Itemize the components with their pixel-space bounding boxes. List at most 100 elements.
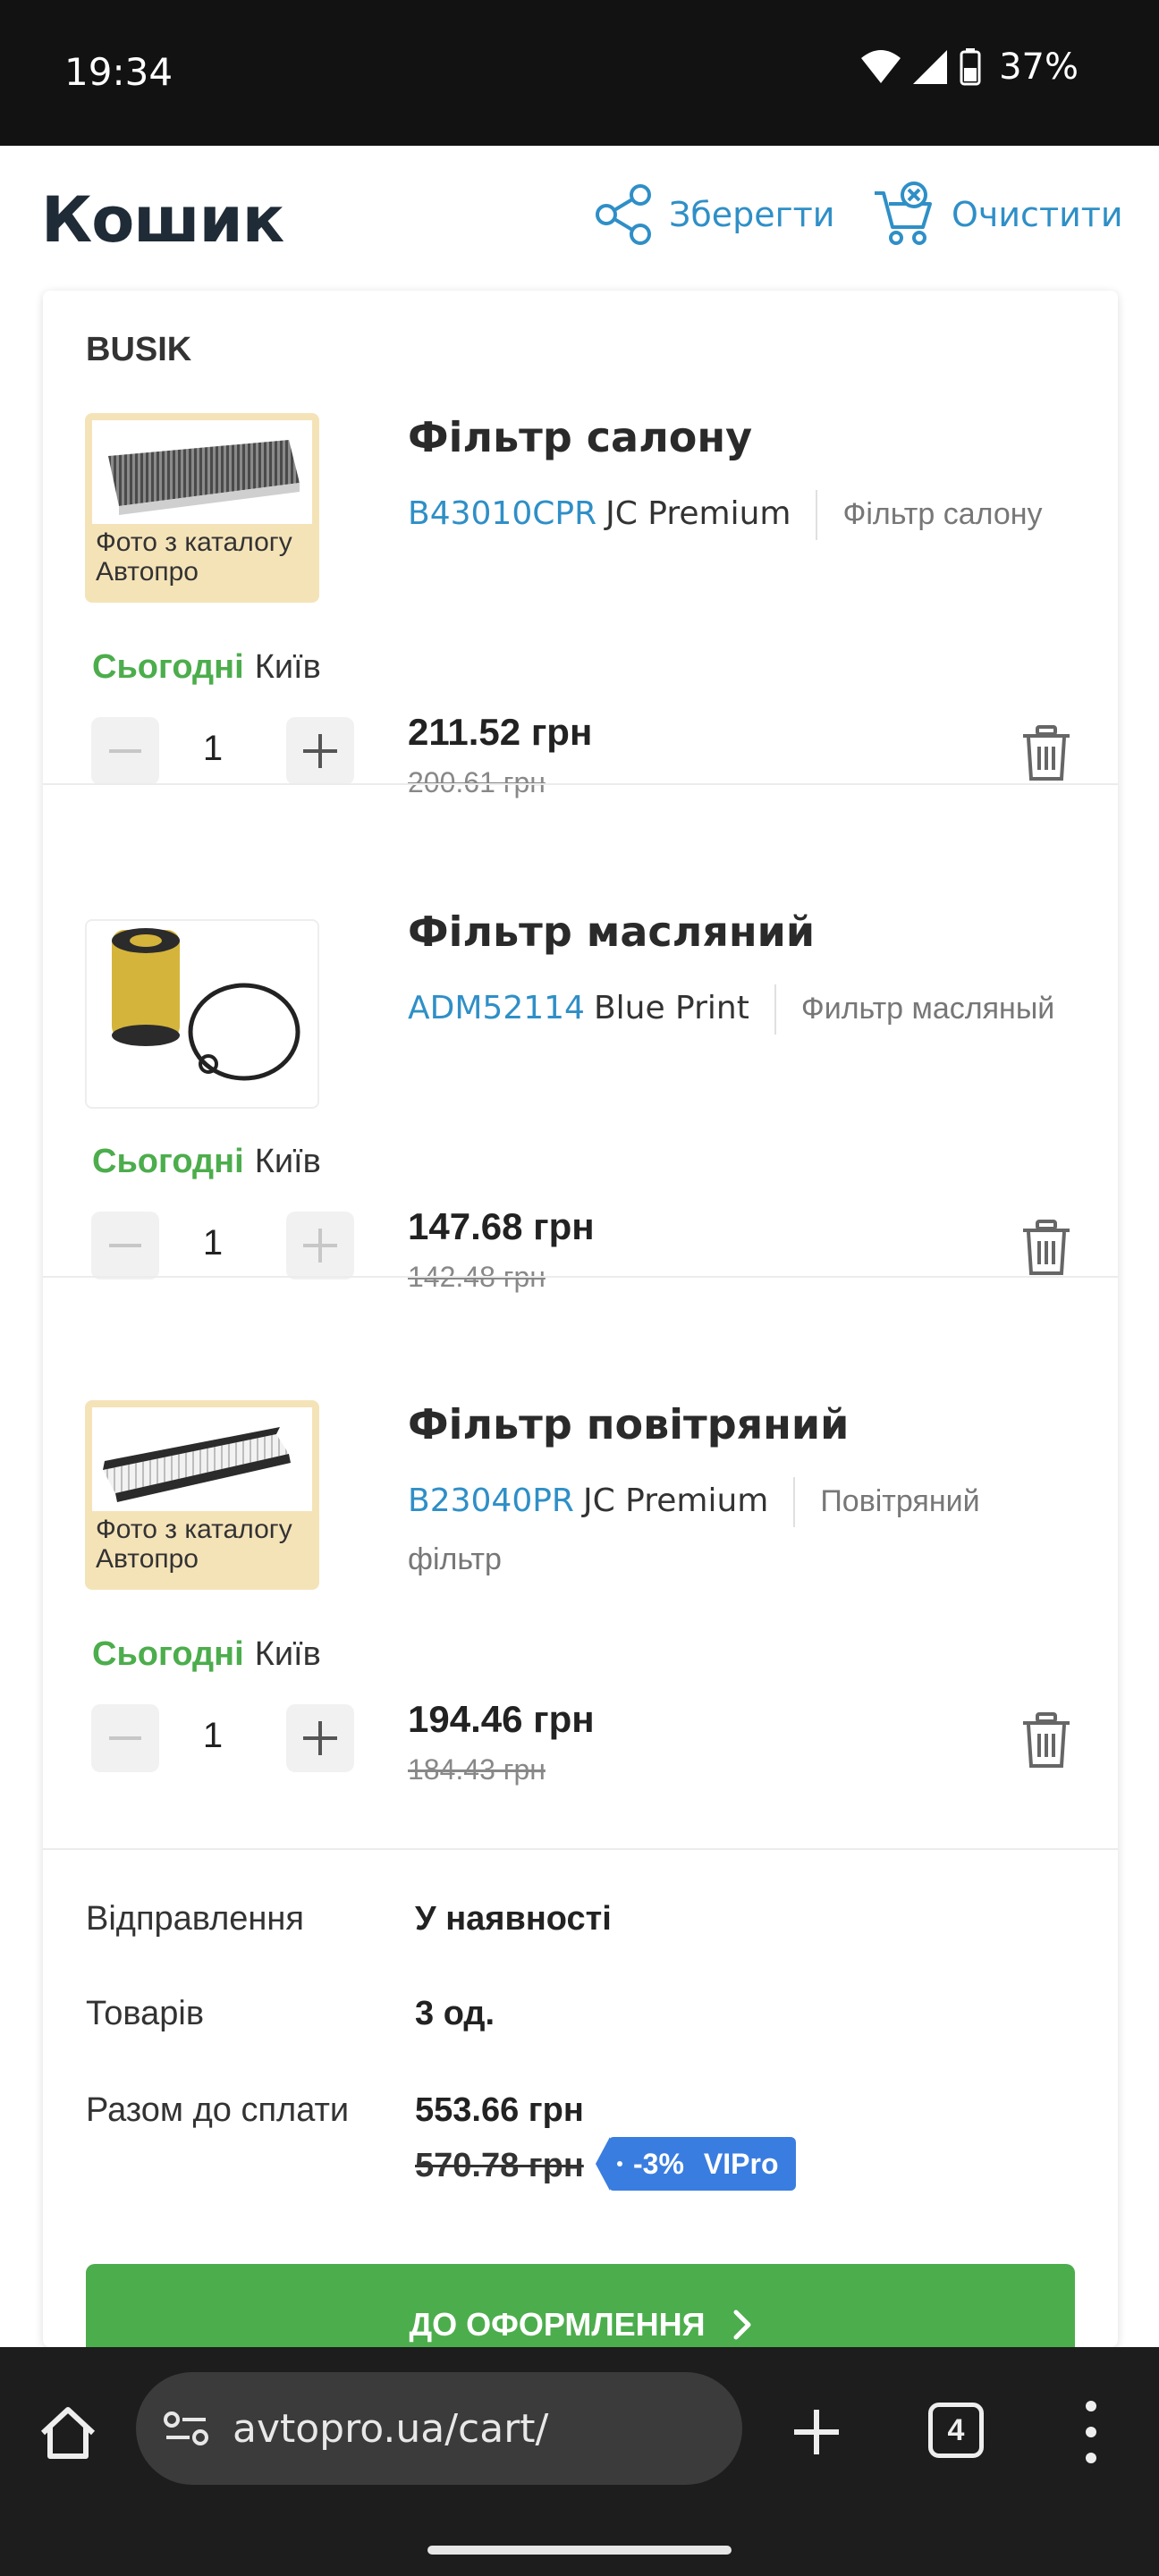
product-code[interactable]: B43010CPR <box>408 495 596 532</box>
browser-toolbar: avtopro.ua/cart/ 4 <box>0 2347 1159 2576</box>
cart-item: Фото з каталогу Автопро Фільтр повітряни… <box>43 1276 1118 1786</box>
plus-icon <box>303 1721 337 1755</box>
increase-quantity-button[interactable] <box>286 1704 354 1772</box>
trash-icon[interactable] <box>1019 1220 1073 1277</box>
photo-caption: Фото з каталогу Автопро <box>96 528 292 587</box>
menu-dot <box>1086 2401 1096 2411</box>
decrease-quantity-button[interactable] <box>91 717 159 785</box>
trash-icon[interactable] <box>1019 1712 1073 1769</box>
decrease-quantity-button[interactable] <box>91 1212 159 1280</box>
new-tab-icon[interactable] <box>785 2401 848 2463</box>
menu-dot <box>1086 2453 1096 2463</box>
page-title: Кошик <box>41 183 284 257</box>
address-bar[interactable]: avtopro.ua/cart/ <box>136 2372 742 2485</box>
divider <box>774 984 776 1035</box>
availability-status: Сьогодні <box>92 648 244 686</box>
oil-filter-image <box>112 928 300 1081</box>
discount-badge: -3% VIPro <box>595 2137 797 2191</box>
quantity-value[interactable]: 1 <box>186 729 240 769</box>
site-settings-icon[interactable] <box>163 2411 209 2446</box>
shipping-value: У наявності <box>415 1900 612 1938</box>
availability-city: Київ <box>254 648 321 686</box>
save-cart-button[interactable]: Зберегти <box>592 183 834 246</box>
summary-divider <box>43 1848 1118 1850</box>
chevron-right-icon <box>733 2310 751 2340</box>
tab-switcher-button[interactable]: 4 <box>928 2403 984 2458</box>
quantity-value[interactable]: 1 <box>186 1223 240 1263</box>
plus-icon <box>303 1229 337 1263</box>
items-count-label: Товарів <box>86 1995 205 2032</box>
product-brand: JC Premium <box>605 495 791 532</box>
product-thumbnail[interactable]: Фото з каталогу Автопро <box>85 413 319 603</box>
product-meta: B23040PR JC Premium Повітряний фільтр <box>408 1472 1070 1588</box>
plus-icon <box>303 734 337 768</box>
battery-percent: 37% <box>999 46 1079 88</box>
total-value: 553.66 грн <box>415 2091 584 2129</box>
more-menu-icon[interactable] <box>1073 2401 1109 2463</box>
product-thumbnail[interactable]: Фото з каталогу Автопро <box>85 1400 319 1590</box>
clear-cart-button[interactable]: Очистити <box>871 182 1123 246</box>
home-icon[interactable] <box>36 2401 100 2465</box>
discount-percent: -3% <box>633 2147 684 2180</box>
signal-icon <box>913 50 948 84</box>
decrease-quantity-button[interactable] <box>91 1704 159 1772</box>
save-label: Зберегти <box>669 195 835 234</box>
item-price: 211.52 грн <box>408 711 593 753</box>
minus-icon <box>109 749 141 753</box>
trash-icon[interactable] <box>1019 725 1073 782</box>
photo-caption: Фото з каталогу Автопро <box>96 1515 292 1574</box>
cart-item: Фото з каталогу Автопро Фільтр салону B4… <box>43 291 1118 798</box>
url-text: avtopro.ua/cart/ <box>233 2405 549 2452</box>
shipping-label: Відправлення <box>86 1900 304 1938</box>
divider <box>816 490 818 541</box>
items-count-value: 3 од. <box>415 1995 495 2032</box>
item-price: 194.46 грн <box>408 1698 595 1740</box>
product-brand: JC Premium <box>582 1482 769 1519</box>
product-name[interactable]: Фільтр масляний <box>408 908 815 956</box>
product-description: Фільтр салону <box>842 497 1043 531</box>
badge-dot <box>617 2161 622 2166</box>
checkout-label: ДО ОФОРМЛЕННЯ <box>409 2306 706 2343</box>
program-name: VIPro <box>703 2147 779 2180</box>
wifi-icon <box>861 50 901 83</box>
availability-city: Київ <box>254 1143 321 1180</box>
minus-icon <box>109 1244 141 1247</box>
share-icon <box>596 184 651 245</box>
product-meta: ADM52114 Blue Print Фильтр масляный <box>408 979 1070 1037</box>
cabin-filter-image <box>92 420 312 524</box>
old-total-value: 570.78 грн <box>415 2147 584 2184</box>
quantity-value[interactable]: 1 <box>186 1716 240 1756</box>
divider <box>793 1477 796 1528</box>
product-name[interactable]: Фільтр салону <box>408 413 752 461</box>
product-brand: Blue Print <box>593 990 749 1026</box>
product-code[interactable]: B23040PR <box>408 1482 574 1519</box>
battery-icon <box>960 48 981 86</box>
cart-card: BUSIK Фото з каталогу Автопро Фільтр сал… <box>43 291 1118 2391</box>
availability-status: Сьогодні <box>92 1635 244 1673</box>
increase-quantity-button[interactable] <box>286 1212 354 1280</box>
clear-label: Очистити <box>952 195 1123 234</box>
status-bar: 19:34 37% <box>0 0 1159 146</box>
cart-item: Фільтр масляний ADM52114 Blue Print Фильтр… <box>43 783 1118 1293</box>
availability-status: Сьогодні <box>92 1143 244 1180</box>
availability: Сьогодні Київ <box>92 648 321 687</box>
product-code[interactable]: ADM52114 <box>408 990 585 1026</box>
gesture-bar[interactable] <box>427 2546 732 2555</box>
product-description: Фильтр масляный <box>800 992 1055 1026</box>
product-thumbnail[interactable] <box>85 919 319 1109</box>
menu-dot <box>1086 2427 1096 2437</box>
product-meta: B43010CPR JC Premium Фільтр салону <box>408 485 1070 543</box>
availability-city: Київ <box>254 1635 321 1673</box>
air-filter-image <box>92 1407 312 1511</box>
status-icons: 37% <box>861 46 1079 88</box>
total-label: Разом до сплати <box>86 2091 350 2129</box>
increase-quantity-button[interactable] <box>286 717 354 785</box>
item-price: 147.68 грн <box>408 1205 595 1247</box>
availability: Сьогодні Київ <box>92 1635 321 1674</box>
item-old-price: 184.43 грн <box>408 1753 546 1786</box>
clear-cart-icon <box>875 182 932 245</box>
status-time: 19:34 <box>64 50 173 94</box>
product-name[interactable]: Фільтр повітряний <box>408 1400 849 1448</box>
minus-icon <box>109 1736 141 1740</box>
availability: Сьогодні Київ <box>92 1143 321 1181</box>
